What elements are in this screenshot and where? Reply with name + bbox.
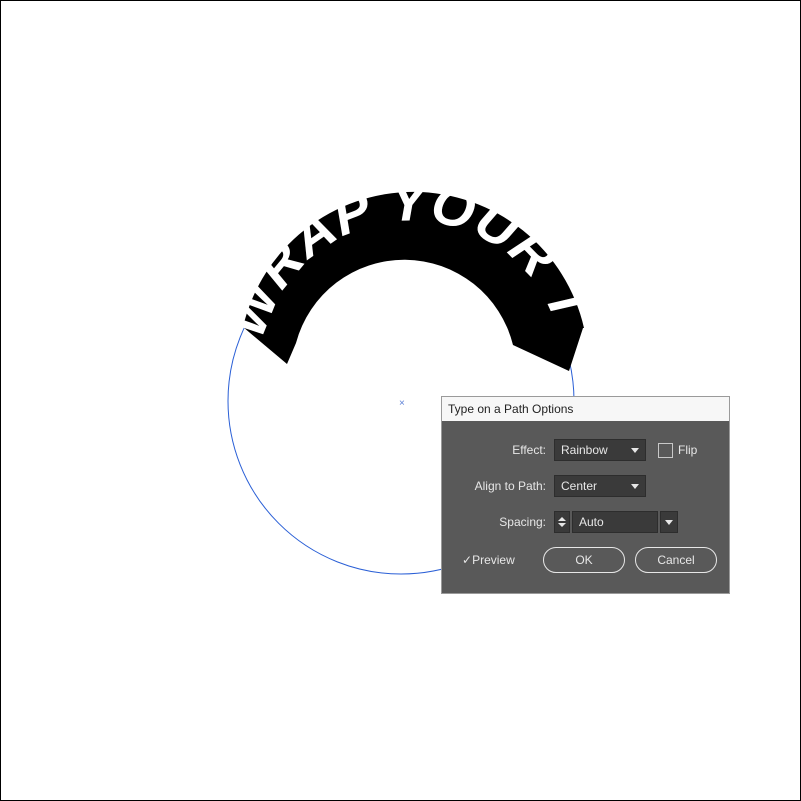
dialog-body: Effect: Rainbow Flip Align to Path: Cent… xyxy=(442,421,729,593)
spacing-input[interactable]: Auto xyxy=(572,511,658,533)
ok-button[interactable]: OK xyxy=(543,547,625,573)
chevron-down-icon xyxy=(558,523,566,527)
dialog-titlebar[interactable]: Type on a Path Options xyxy=(442,397,729,421)
align-value: Center xyxy=(561,479,607,493)
checkbox-checked-icon: ✓ xyxy=(462,553,472,567)
spacing-dropdown[interactable] xyxy=(660,511,678,533)
type-on-path-dialog: Type on a Path Options Effect: Rainbow F… xyxy=(441,396,730,594)
preview-label: Preview xyxy=(472,553,515,567)
chevron-down-icon xyxy=(631,484,639,489)
effect-row: Effect: Rainbow Flip xyxy=(454,439,717,461)
flip-checkbox[interactable]: Flip xyxy=(658,443,697,458)
spacing-label: Spacing: xyxy=(454,515,546,529)
spacing-row: Spacing: Auto xyxy=(454,511,717,533)
chevron-down-icon xyxy=(665,520,673,525)
cancel-button[interactable]: Cancel xyxy=(635,547,717,573)
preview-checkbox[interactable]: ✓ Preview xyxy=(462,553,515,567)
align-row: Align to Path: Center xyxy=(454,475,717,497)
dialog-button-row: ✓ Preview OK Cancel xyxy=(454,547,717,573)
align-select[interactable]: Center xyxy=(554,475,646,497)
effect-value: Rainbow xyxy=(561,443,618,457)
spacing-value: Auto xyxy=(579,515,604,529)
dialog-title: Type on a Path Options xyxy=(448,402,573,416)
chevron-down-icon xyxy=(631,448,639,453)
effect-label: Effect: xyxy=(454,443,546,457)
checkbox-icon xyxy=(658,443,673,458)
center-anchor: × xyxy=(399,398,405,409)
align-label: Align to Path: xyxy=(454,479,546,493)
effect-select[interactable]: Rainbow xyxy=(554,439,646,461)
flip-label: Flip xyxy=(678,443,697,457)
chevron-up-icon xyxy=(558,517,566,521)
spacing-stepper[interactable] xyxy=(554,511,570,533)
